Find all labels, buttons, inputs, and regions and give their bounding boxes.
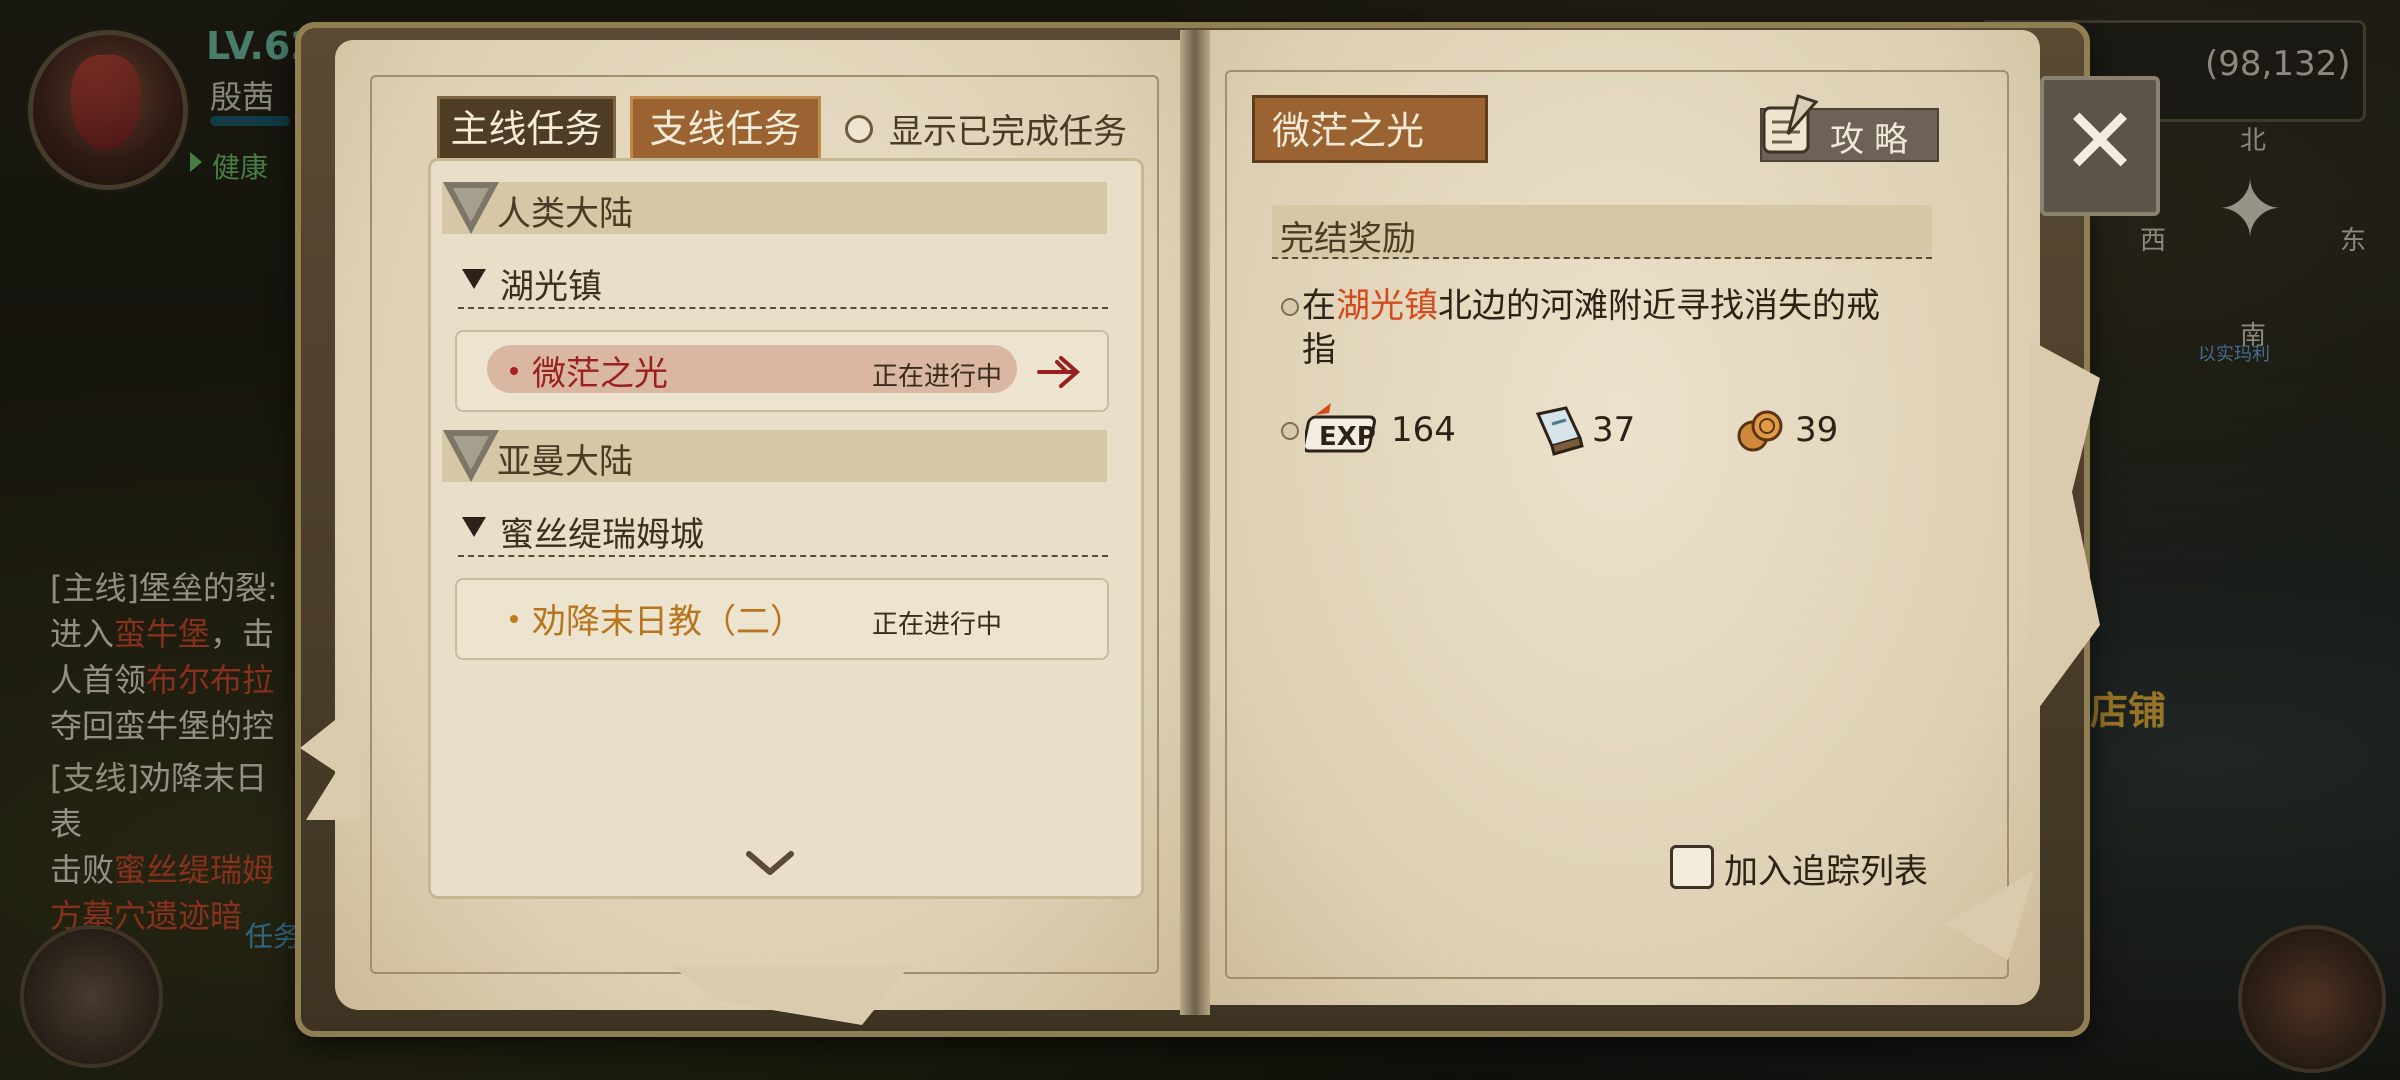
quest-item-selected[interactable]: 微茫之光 正在进行中	[455, 330, 1109, 412]
bullet-icon	[1281, 298, 1299, 316]
bullet-icon	[1281, 422, 1299, 440]
close-icon: ✕	[2061, 88, 2139, 195]
chevron-down-icon[interactable]	[745, 848, 795, 878]
show-completed-toggle[interactable]: 显示已完成任务	[845, 104, 1127, 153]
quest-dot-icon	[510, 367, 518, 375]
scroll-quill-icon	[1762, 94, 1819, 154]
city-name: 蜜丝缇瑞姆城	[500, 515, 704, 555]
city-name: 湖光镇	[500, 267, 602, 307]
reward-header-label: 完结奖励	[1280, 219, 1416, 259]
tab-side-quests[interactable]: 支线任务	[630, 96, 821, 162]
arrow-right-icon	[1037, 356, 1081, 388]
quest-description: 在湖光镇北边的河滩附近寻找消失的戒指	[1302, 284, 1912, 372]
reward-book-value: 37	[1592, 410, 1636, 450]
exp-icon: EXP	[1305, 403, 1376, 453]
region-name: 亚曼大陆	[497, 442, 633, 482]
svg-text:EXP: EXP	[1319, 422, 1376, 452]
reward-book: 37	[1532, 400, 1635, 460]
show-completed-label: 显示已完成任务	[889, 112, 1127, 152]
track-label: 加入追踪列表	[1724, 852, 1928, 892]
city-row[interactable]: 湖光镇	[458, 255, 1108, 309]
reward-section-header: 完结奖励	[1272, 205, 1932, 259]
desc-location: 湖光镇	[1336, 286, 1438, 326]
quest-status: 正在进行中	[872, 610, 1003, 640]
region-name: 人类大陆	[497, 194, 633, 234]
book-icon	[1535, 406, 1584, 456]
reward-exp-value: 164	[1391, 410, 1456, 450]
collapse-triangle-icon	[462, 269, 486, 289]
quest-title: 微茫之光	[1272, 109, 1425, 153]
collapse-triangle-icon	[462, 517, 486, 537]
book-spine	[1180, 30, 1210, 1015]
desc-text: 在	[1302, 286, 1336, 326]
quest-name: 劝降末日教（二）	[532, 602, 804, 642]
coins-icon	[1737, 410, 1783, 452]
city-row[interactable]: 蜜丝缇瑞姆城	[458, 503, 1108, 557]
region-triangle-icon	[443, 182, 499, 234]
reward-coins-value: 39	[1795, 410, 1839, 450]
track-checkbox[interactable]	[1670, 845, 1714, 889]
guide-label: 攻略	[1830, 120, 1918, 160]
region-triangle-icon	[443, 430, 499, 482]
quest-item[interactable]: 劝降末日教（二） 正在进行中	[455, 578, 1109, 660]
tab-main-quests[interactable]: 主线任务	[437, 96, 616, 162]
reward-coins: 39	[1735, 400, 1838, 460]
quest-name: 微茫之光	[532, 354, 668, 394]
quest-status: 正在进行中	[872, 362, 1003, 392]
quest-dot-icon	[510, 615, 518, 623]
reward-exp: EXP 164	[1305, 400, 1456, 460]
close-button[interactable]: ✕	[2040, 76, 2160, 216]
radio-button[interactable]	[845, 114, 873, 143]
